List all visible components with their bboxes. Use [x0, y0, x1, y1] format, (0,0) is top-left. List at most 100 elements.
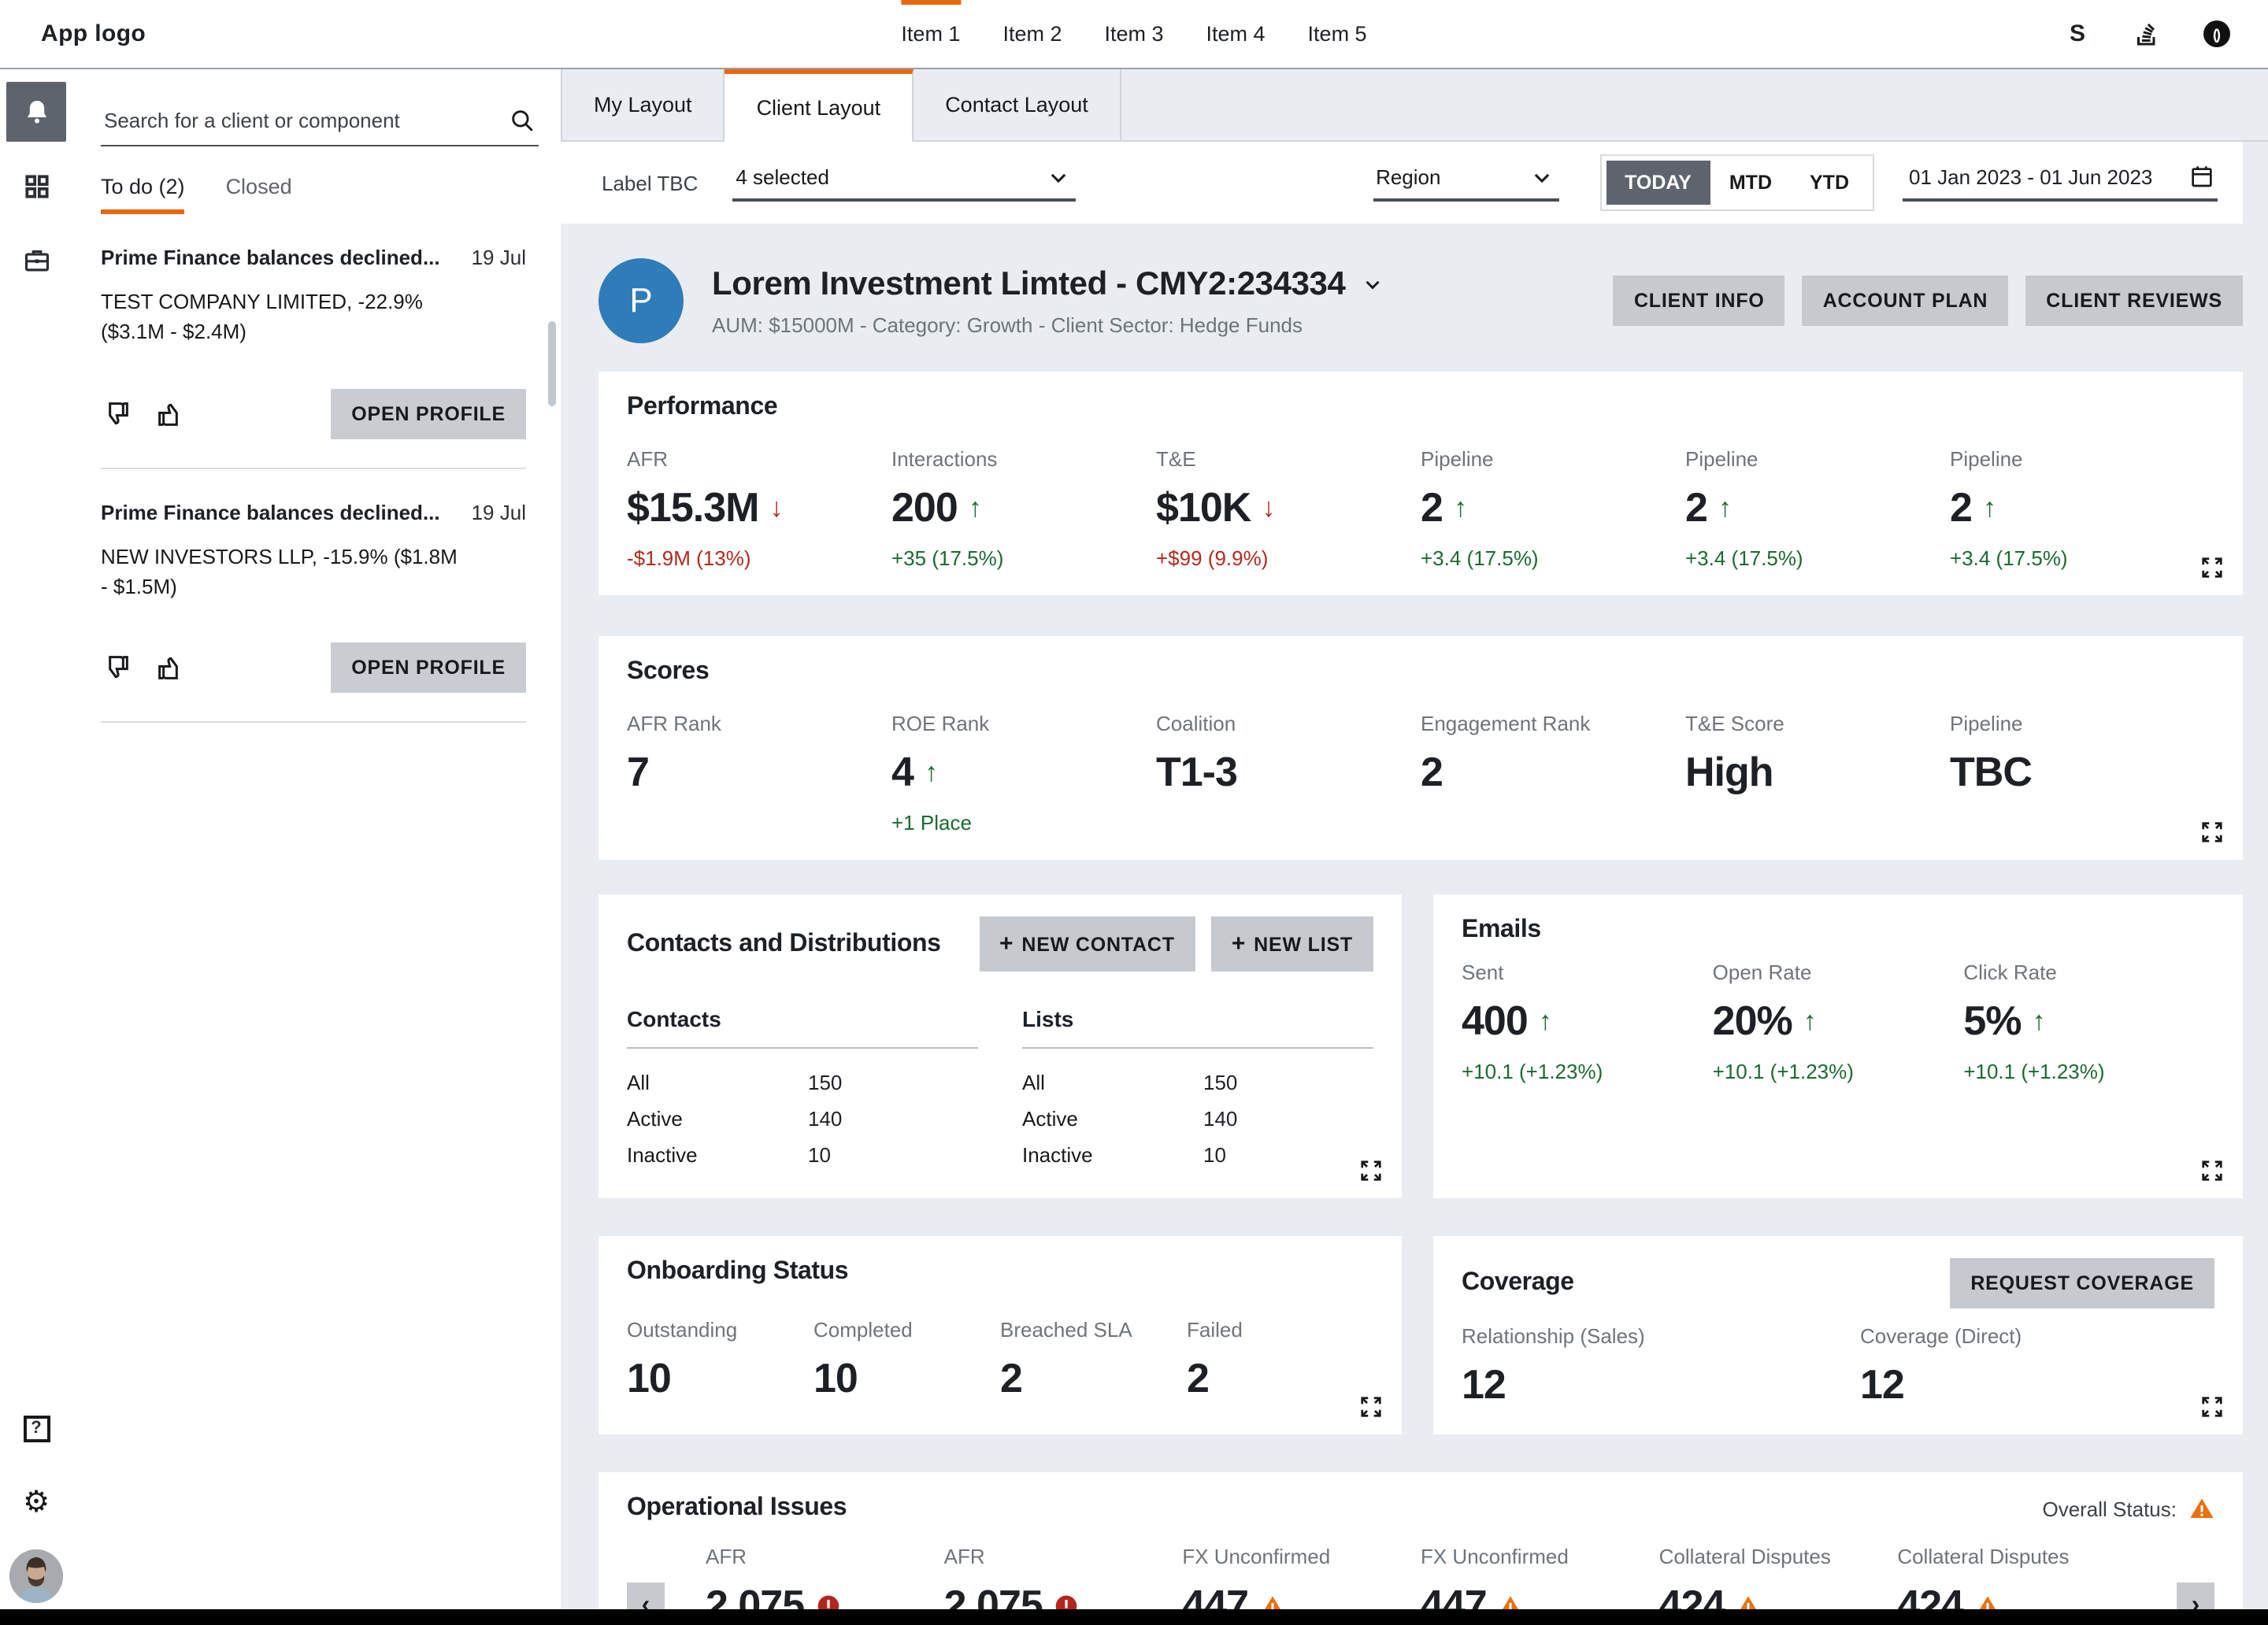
- up-arrow-icon: ↑: [1539, 1005, 1551, 1037]
- metric-te-score: T&E Score High: [1685, 712, 1950, 835]
- open-profile-button[interactable]: OPEN PROFILE: [331, 643, 526, 694]
- card-title: Coverage: [1462, 1269, 1574, 1297]
- client-caret-icon[interactable]: [1361, 272, 1384, 296]
- warning-icon: [2189, 1496, 2214, 1521]
- thumbs-down-icon[interactable]: [101, 653, 132, 684]
- up-arrow-icon: ↑: [1983, 492, 1996, 524]
- panel-scrollbar[interactable]: [548, 321, 556, 406]
- label-multiselect[interactable]: 4 selected: [732, 165, 1076, 201]
- operational-issues-card: Operational Issues Overall Status: ‹: [598, 1472, 2243, 1609]
- notification-title: Prime Finance balances declined...: [101, 500, 440, 524]
- search-input[interactable]: [104, 109, 509, 132]
- thumbs-up-icon[interactable]: [154, 653, 186, 684]
- card-title: Emails: [1462, 916, 2214, 945]
- metric-fx-unconfirmed: FX Unconfirmed 447 +10.1 (+1.23%): [1421, 1545, 1659, 1609]
- plus-icon: +: [1232, 931, 1246, 957]
- expand-icon[interactable]: [2200, 1395, 2224, 1419]
- warning-icon: [1974, 1593, 1999, 1609]
- metric-interactions: Interactions 200↑ +35 (17.5%): [891, 447, 1156, 570]
- filter-bar: Label TBC 4 selected Region TODAY MTD YT…: [561, 142, 2243, 224]
- client-info-button[interactable]: CLIENT INFO: [1614, 276, 1785, 326]
- help-icon: ?: [23, 1415, 50, 1442]
- up-arrow-icon: ↑: [1454, 492, 1466, 524]
- apps-rail-button[interactable]: [6, 156, 66, 216]
- table-row: Inactive10: [1022, 1137, 1373, 1173]
- expand-icon[interactable]: [2200, 556, 2224, 579]
- expand-icon[interactable]: [2200, 820, 2224, 844]
- metric-fx-unconfirmed: FX Unconfirmed 447 +10.1 (+1.23%): [1182, 1545, 1421, 1609]
- dashboard-content: P Lorem Investment Limted - CMY2:234334 …: [561, 224, 2268, 1609]
- profile-initial-button[interactable]: S: [2060, 17, 2095, 51]
- nav-item-3[interactable]: Item 3: [1104, 0, 1163, 68]
- nav-item-5[interactable]: Item 5: [1308, 0, 1367, 68]
- lists-group: Lists All150 Active140 Inactive10: [1022, 1006, 1373, 1173]
- card-title: Performance: [627, 394, 2214, 422]
- tab-my-layout[interactable]: My Layout: [561, 69, 725, 140]
- layout-tabs: My Layout Client Layout Contact Layout: [561, 69, 2268, 142]
- user-avatar[interactable]: [9, 1549, 63, 1603]
- workspace-rail-button[interactable]: [6, 230, 66, 290]
- table-row: Inactive10: [627, 1137, 978, 1173]
- nav-item-4[interactable]: Item 4: [1206, 0, 1266, 68]
- expand-icon[interactable]: [2200, 1159, 2224, 1183]
- search-bar: [101, 98, 539, 146]
- period-segmented-control: TODAY MTD YTD: [1599, 154, 1874, 211]
- up-arrow-icon: ↑: [1803, 1005, 1816, 1037]
- github-icon[interactable]: (): [2199, 17, 2233, 51]
- thumbs-up-icon[interactable]: [154, 398, 186, 429]
- contacts-card: Contacts and Distributions +NEW CONTACT …: [598, 894, 1402, 1198]
- region-select[interactable]: Region: [1373, 165, 1558, 201]
- metric-coalition: Coalition T1-3: [1156, 712, 1421, 835]
- expand-icon[interactable]: [1359, 1159, 1383, 1183]
- notification-date: 19 Jul: [472, 246, 526, 269]
- chevron-down-icon: [1530, 166, 1552, 188]
- metric-relationship-sales: Relationship (Sales) 12: [1462, 1324, 1860, 1409]
- metric-pipeline-score: Pipeline TBC: [1950, 712, 2214, 835]
- nav-item-1[interactable]: Item 1: [901, 0, 960, 68]
- client-reviews-button[interactable]: CLIENT REVIEWS: [2025, 276, 2243, 326]
- metric-afr-issues: AFR 2,075 +10.1 (+1.23%): [706, 1545, 944, 1609]
- new-list-button[interactable]: +NEW LIST: [1211, 916, 1373, 972]
- contacts-group: Contacts All150 Active140 Inactive10: [627, 1006, 978, 1173]
- down-arrow-icon: ↓: [769, 492, 782, 524]
- metric-engagement-rank: Engagement Rank 2: [1421, 712, 1685, 835]
- table-row: All150: [1022, 1064, 1373, 1101]
- expand-icon[interactable]: [1359, 1395, 1383, 1419]
- period-ytd-button[interactable]: YTD: [1791, 161, 1868, 205]
- period-mtd-button[interactable]: MTD: [1710, 161, 1791, 205]
- open-profile-button[interactable]: OPEN PROFILE: [331, 388, 526, 439]
- tab-closed[interactable]: Closed: [226, 175, 292, 214]
- error-icon: [1054, 1593, 1079, 1609]
- search-icon[interactable]: [509, 107, 536, 134]
- notifications-rail-button[interactable]: [6, 82, 66, 142]
- client-meta: AUM: $15000M - Category: Growth - Client…: [712, 313, 1384, 336]
- warning-icon: [1736, 1593, 1761, 1609]
- bell-icon: [21, 97, 51, 127]
- tab-client-layout[interactable]: Client Layout: [725, 69, 914, 142]
- new-contact-button[interactable]: +NEW CONTACT: [979, 916, 1195, 972]
- nav-item-2[interactable]: Item 2: [1002, 0, 1062, 68]
- app-root: App logo Item 1 Item 2 Item 3 Item 4 Ite…: [0, 0, 2268, 1625]
- tab-todo[interactable]: To do (2): [101, 175, 185, 214]
- carousel-prev-button[interactable]: ‹: [627, 1582, 665, 1609]
- metric-breached-sla: Breached SLA 2: [1000, 1318, 1187, 1403]
- carousel-next-button[interactable]: ›: [2177, 1582, 2214, 1609]
- notification-card: Prime Finance balances declined... 19 Ju…: [94, 236, 542, 468]
- tab-contact-layout[interactable]: Contact Layout: [914, 69, 1121, 140]
- metric-te: T&E $10K↓ +$99 (9.9%): [1156, 447, 1421, 570]
- metric-pipeline: Pipeline 2↑ +3.4 (17.5%): [1950, 447, 2214, 570]
- metric-afr-rank: AFR Rank 7: [627, 712, 891, 835]
- settings-rail-button[interactable]: ⚙: [6, 1472, 66, 1532]
- help-rail-button[interactable]: ?: [6, 1398, 66, 1458]
- client-name: Lorem Investment Limted - CMY2:234334: [712, 265, 1345, 303]
- onboarding-card: Onboarding Status Outstanding 10 Complet…: [598, 1236, 1402, 1434]
- metric-open-rate: Open Rate 20%↑ +10.1 (+1.23%): [1713, 961, 1964, 1083]
- date-range-picker[interactable]: 01 Jan 2023 - 01 Jun 2023: [1903, 164, 2218, 202]
- stackoverflow-icon[interactable]: [2129, 17, 2164, 51]
- calendar-icon: [2189, 164, 2214, 189]
- bottom-bar: [0, 1609, 2268, 1625]
- thumbs-down-icon[interactable]: [101, 398, 132, 429]
- period-today-button[interactable]: TODAY: [1606, 161, 1710, 205]
- account-plan-button[interactable]: ACCOUNT PLAN: [1803, 276, 2009, 326]
- request-coverage-button[interactable]: REQUEST COVERAGE: [1950, 1258, 2214, 1309]
